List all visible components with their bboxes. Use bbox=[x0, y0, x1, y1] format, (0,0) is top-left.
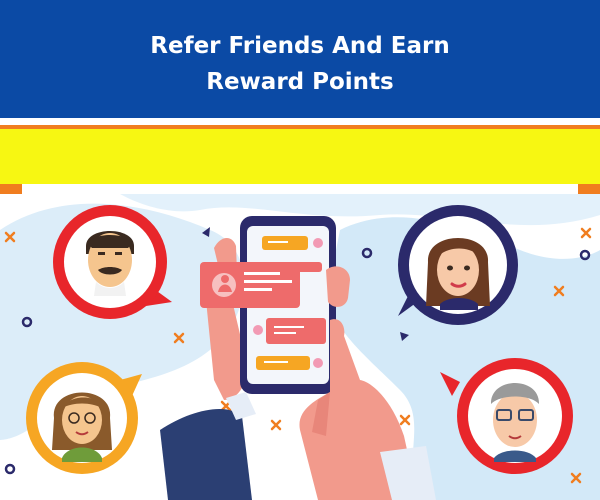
woman-long-hair-avatar bbox=[398, 205, 518, 325]
referral-illustration bbox=[0, 194, 600, 500]
banner-title: Refer Friends And Earn Reward Points bbox=[0, 28, 600, 100]
title-line-1: Refer Friends And Earn bbox=[150, 33, 450, 59]
woman-glasses-avatar bbox=[26, 362, 142, 474]
background-blob-top bbox=[120, 194, 600, 226]
right-orange-tab bbox=[578, 184, 600, 194]
yellow-band bbox=[0, 129, 600, 184]
title-line-2: Reward Points bbox=[206, 69, 394, 95]
white-divider bbox=[0, 118, 600, 125]
left-orange-tab bbox=[0, 184, 22, 194]
